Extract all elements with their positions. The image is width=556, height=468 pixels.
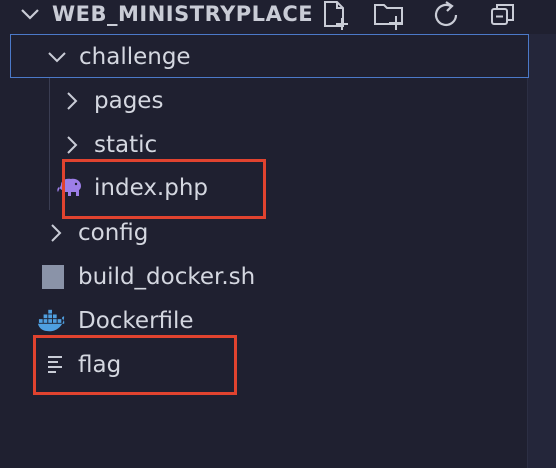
docker-icon bbox=[38, 309, 65, 332]
file-label: index.php bbox=[94, 175, 209, 201]
project-title[interactable]: WEB_MINISTRYPLACE bbox=[52, 0, 313, 28]
file-explorer: WEB_MINISTRYPLACE challenge pages static… bbox=[0, 0, 556, 468]
tree-folder-static[interactable]: static bbox=[0, 123, 528, 167]
text-file-icon bbox=[48, 356, 62, 373]
explorer-header: WEB_MINISTRYPLACE bbox=[0, 0, 556, 34]
new-file-icon[interactable] bbox=[318, 0, 352, 30]
chevron-right-icon bbox=[67, 92, 78, 110]
chevron-down-icon bbox=[48, 52, 66, 63]
tree-folder-pages[interactable]: pages bbox=[0, 79, 528, 123]
collapse-all-icon[interactable] bbox=[486, 0, 520, 30]
folder-label: pages bbox=[94, 88, 164, 114]
file-label: flag bbox=[78, 352, 122, 378]
tree-file-index-php[interactable]: index.php bbox=[0, 166, 528, 210]
folder-label: static bbox=[94, 132, 158, 158]
tree-file-build-docker[interactable]: build_docker.sh bbox=[0, 255, 528, 299]
chevron-down-icon[interactable] bbox=[18, 2, 42, 26]
tree-folder-config[interactable]: config bbox=[0, 211, 528, 255]
folder-label: config bbox=[78, 220, 149, 246]
file-label: build_docker.sh bbox=[78, 264, 256, 290]
chevron-right-icon bbox=[51, 224, 62, 242]
folder-label: challenge bbox=[79, 44, 191, 70]
refresh-icon[interactable] bbox=[430, 0, 464, 30]
php-elephant-icon bbox=[57, 178, 81, 196]
new-folder-icon[interactable] bbox=[372, 0, 406, 30]
chevron-right-icon bbox=[67, 136, 78, 154]
shell-script-icon bbox=[42, 265, 64, 289]
scrollbar[interactable] bbox=[527, 34, 556, 468]
tree-folder-challenge[interactable]: challenge bbox=[10, 34, 529, 78]
tree-file-dockerfile[interactable]: Dockerfile bbox=[0, 299, 528, 343]
tree-file-flag[interactable]: flag bbox=[0, 343, 528, 387]
file-label: Dockerfile bbox=[78, 308, 194, 334]
